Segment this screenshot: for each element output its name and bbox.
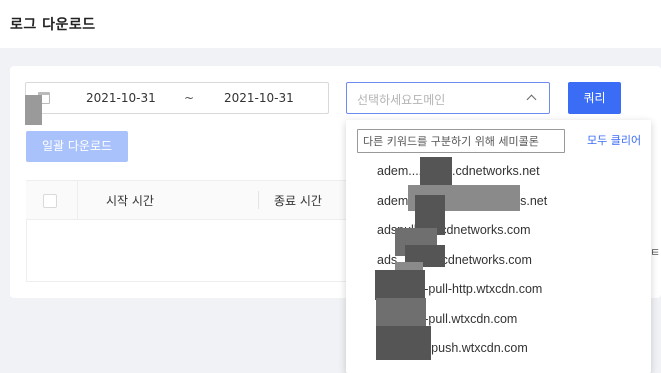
column-start-time[interactable]: 시작 시간 — [106, 192, 154, 209]
query-button[interactable]: 쿼리 — [568, 82, 621, 114]
column-divider — [258, 191, 259, 209]
table-body — [26, 220, 346, 282]
column-end-time[interactable]: 종료 시간 — [274, 192, 322, 209]
clear-all-link[interactable]: 모두 클리어 — [587, 132, 641, 148]
domain-select-placeholder: 선택하세요도메인 — [357, 93, 446, 107]
bulk-download-button[interactable]: 일괄 다운로드 — [26, 131, 128, 162]
redaction-mosaic — [375, 270, 425, 300]
keyword-search-input[interactable] — [357, 129, 565, 153]
select-all-checkbox[interactable] — [43, 194, 57, 208]
domain-select[interactable]: 선택하세요도메인 — [346, 82, 550, 114]
page-title: 로그 다운로드 — [10, 17, 96, 33]
date-start[interactable]: 2021-10-31 — [86, 91, 156, 105]
domain-option-label: adem.......pull.cdnetworks.net — [377, 164, 540, 178]
clipped-text: ㅌ — [650, 246, 661, 259]
chevron-up-icon — [526, 94, 537, 105]
table-header: 시작 시간 종료 시간 — [26, 180, 356, 220]
redaction-mosaic — [25, 95, 42, 125]
date-separator: ~ — [184, 91, 195, 105]
domain-option[interactable]: adspulltest.cdnetworks.com — [346, 219, 651, 249]
page-header: 로그 다운로드 — [0, 0, 661, 48]
redaction-mosaic — [376, 298, 426, 328]
redaction-mosaic — [376, 326, 431, 360]
column-divider — [77, 181, 78, 219]
date-end[interactable]: 2021-10-31 — [224, 91, 294, 105]
date-range-picker[interactable]: 2021-10-31 ~ 2021-10-31 — [25, 82, 329, 114]
